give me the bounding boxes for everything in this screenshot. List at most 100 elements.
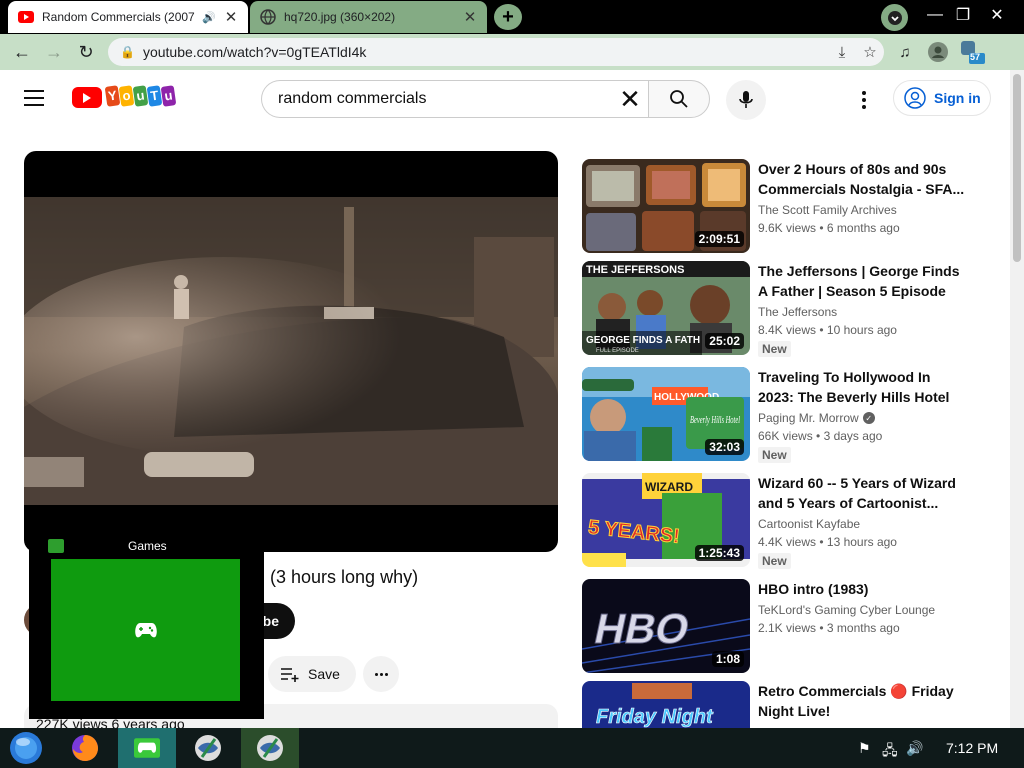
video-thumbnail[interactable]: 2:09:51 bbox=[582, 159, 750, 253]
media-controls-icon[interactable]: ♫ bbox=[893, 40, 917, 64]
tab-random-commercials[interactable]: Random Commercials (2007 🔊 ✕ bbox=[8, 1, 248, 33]
xbox-taskbar-icon[interactable] bbox=[118, 728, 176, 768]
browser-toolbar: ← → ↻ 🔒 youtube.com/watch?v=0gTEATldI4k … bbox=[0, 34, 1024, 70]
page-scrollbar[interactable] bbox=[1010, 70, 1024, 728]
browser-tab-bar: Random Commercials (2007 🔊 ✕ hq720.jpg (… bbox=[0, 0, 1024, 34]
video-thumbnail[interactable]: Friday Night bbox=[582, 681, 750, 728]
globe-icon bbox=[260, 9, 276, 25]
related-channel[interactable]: The Scott Family Archives bbox=[758, 203, 897, 217]
new-badge: New bbox=[758, 341, 791, 357]
tab-hq720[interactable]: hq720.jpg (360×202) ✕ bbox=[250, 1, 487, 33]
scrollbar-thumb[interactable] bbox=[1013, 74, 1021, 262]
duration-badge: 32:03 bbox=[705, 439, 744, 455]
firefox-taskbar-icon[interactable] bbox=[63, 728, 107, 768]
thumb-text: Beverly Hills Hotel bbox=[690, 415, 740, 426]
overlay-title: Games bbox=[128, 539, 167, 553]
start-orb-icon bbox=[10, 732, 42, 764]
duration-badge: 25:02 bbox=[705, 333, 744, 349]
related-stats: 66K views • 3 days ago bbox=[758, 429, 883, 443]
more-options-icon[interactable] bbox=[852, 88, 876, 112]
related-title[interactable]: The Jeffersons | George Finds A Father |… bbox=[758, 261, 968, 301]
restore-icon[interactable]: ❐ bbox=[946, 2, 980, 28]
clear-search-icon[interactable]: ✕ bbox=[613, 82, 647, 116]
duration-badge: 1:08 bbox=[711, 651, 744, 667]
flag-icon[interactable]: ⚑ bbox=[858, 740, 871, 757]
tab-title: hq720.jpg (360×202) bbox=[284, 10, 396, 24]
search-input[interactable] bbox=[278, 90, 613, 108]
new-tab-button[interactable]: + bbox=[494, 4, 522, 30]
related-video[interactable]: HBO 1:08 HBO intro (1983) TeKLord's Gami… bbox=[582, 579, 1002, 675]
close-tab-icon[interactable]: ✕ bbox=[461, 8, 479, 26]
url-text[interactable]: youtube.com/watch?v=0gTEATldI4k bbox=[143, 44, 828, 60]
related-video[interactable]: Friday Night Retro Commercials 🔴 Friday … bbox=[582, 681, 1002, 728]
related-channel[interactable]: TeKLord's Gaming Cyber Lounge bbox=[758, 603, 935, 617]
related-title[interactable]: Traveling To Hollywood In 2023: The Beve… bbox=[758, 367, 968, 407]
games-overlay-widget[interactable]: Games bbox=[29, 535, 264, 719]
related-title[interactable]: Over 2 Hours of 80s and 90s Commercials … bbox=[758, 159, 968, 199]
volume-icon[interactable]: 🔊 bbox=[906, 740, 923, 757]
gamepad-icon bbox=[134, 623, 157, 638]
thumb-text: THE JEFFERSONS bbox=[586, 264, 684, 276]
taskbar: ⚑ 🖧 🔊 7:12 PM bbox=[0, 728, 1024, 768]
taskbar-clock[interactable]: 7:12 PM bbox=[946, 740, 998, 756]
related-channel[interactable]: Cartoonist Kayfabe bbox=[758, 517, 860, 531]
related-channel[interactable]: Paging Mr. Morrow ✓ bbox=[758, 411, 875, 425]
thumb-text: GEORGE FINDS A FATH bbox=[586, 335, 700, 346]
lock-icon[interactable]: 🔒 bbox=[120, 45, 135, 59]
bookmark-star-icon[interactable]: ☆ bbox=[856, 43, 884, 61]
related-video[interactable]: HOLLYWOOD Beverly Hills Hotel 32:03 Trav… bbox=[582, 367, 1002, 463]
save-label: Save bbox=[308, 666, 340, 682]
close-window-icon[interactable]: ✕ bbox=[980, 2, 1014, 28]
hamburger-menu-icon[interactable] bbox=[24, 86, 48, 110]
profile-icon[interactable] bbox=[926, 40, 950, 64]
tab-search-button[interactable] bbox=[881, 4, 908, 31]
thumb-text: WIZARD bbox=[645, 480, 693, 494]
extension-icon[interactable]: 57 bbox=[958, 40, 986, 64]
network-icon[interactable]: 🖧 bbox=[882, 740, 898, 764]
games-tile[interactable] bbox=[51, 559, 240, 701]
sign-in-button[interactable]: Sign in bbox=[893, 80, 991, 116]
microphone-icon bbox=[739, 91, 753, 108]
video-thumbnail[interactable]: THE JEFFERSONS GEORGE FINDS A FATH FULL … bbox=[582, 261, 750, 355]
related-title[interactable]: HBO intro (1983) bbox=[758, 579, 968, 599]
related-stats: 4.4K views • 13 hours ago bbox=[758, 535, 897, 549]
thumb-text: HBO bbox=[591, 605, 694, 651]
speaker-icon[interactable]: 🔊 bbox=[202, 11, 216, 24]
related-stats: 2.1K views • 3 months ago bbox=[758, 621, 900, 635]
address-bar[interactable]: 🔒 youtube.com/watch?v=0gTEATldI4k ⤓ ☆ bbox=[108, 38, 884, 66]
video-thumbnail[interactable]: HOLLYWOOD Beverly Hills Hotel 32:03 bbox=[582, 367, 750, 461]
install-icon[interactable]: ⤓ bbox=[828, 44, 856, 61]
playlist-add-icon bbox=[281, 668, 299, 682]
video-thumbnail[interactable]: WIZARD 5 YEARS! 1:25:43 bbox=[582, 473, 750, 567]
forward-icon[interactable]: → bbox=[40, 38, 68, 66]
voice-search-button[interactable] bbox=[726, 80, 766, 120]
related-video[interactable]: THE JEFFERSONS GEORGE FINDS A FATH FULL … bbox=[582, 261, 1002, 357]
thumb-text: Friday Night bbox=[596, 706, 714, 728]
related-video[interactable]: WIZARD 5 YEARS! 1:25:43 Wizard 60 -- 5 Y… bbox=[582, 473, 1002, 569]
related-channel[interactable]: The Jeffersons bbox=[758, 305, 837, 319]
youtube-logo[interactable] bbox=[72, 87, 102, 108]
duration-badge: 1:25:43 bbox=[694, 545, 744, 561]
save-button[interactable]: Save bbox=[268, 656, 356, 692]
back-icon[interactable]: ← bbox=[8, 38, 36, 66]
app-taskbar-icon[interactable] bbox=[186, 728, 230, 768]
youtube-favicon-icon bbox=[18, 9, 34, 25]
video-player[interactable] bbox=[24, 151, 558, 552]
reload-icon[interactable]: ↻ bbox=[72, 38, 100, 66]
search-box[interactable]: ✕ bbox=[261, 80, 649, 118]
related-title[interactable]: Wizard 60 -- 5 Years of Wizard and 5 Yea… bbox=[758, 473, 968, 513]
start-button[interactable] bbox=[4, 728, 48, 768]
youtube-doodle-logo[interactable]: YouTu bbox=[104, 85, 177, 107]
more-actions-icon[interactable] bbox=[363, 656, 399, 692]
search-button[interactable] bbox=[648, 80, 710, 118]
app-taskbar-icon[interactable] bbox=[241, 728, 299, 768]
related-title[interactable]: Retro Commercials 🔴 Friday Night Live! bbox=[758, 681, 968, 721]
related-stats: 9.6K views • 6 months ago bbox=[758, 221, 900, 235]
extension-badge: 57 bbox=[970, 52, 981, 62]
related-video[interactable]: 2:09:51 Over 2 Hours of 80s and 90s Comm… bbox=[582, 159, 1002, 255]
video-thumbnail[interactable]: HBO 1:08 bbox=[582, 579, 750, 673]
close-tab-icon[interactable]: ✕ bbox=[222, 8, 240, 26]
youtube-header: YouTu ✕ Sign in bbox=[0, 70, 1010, 128]
duration-badge: 2:09:51 bbox=[694, 231, 744, 247]
video-frame[interactable] bbox=[24, 197, 558, 505]
